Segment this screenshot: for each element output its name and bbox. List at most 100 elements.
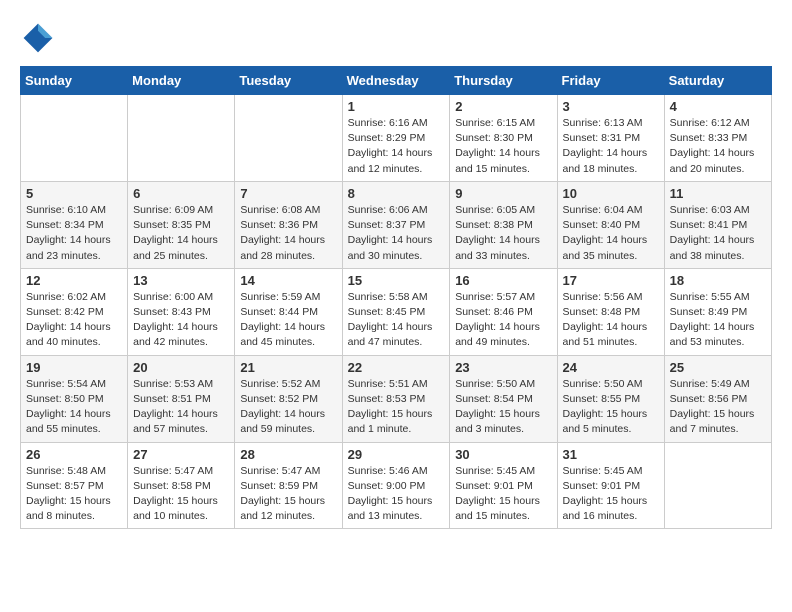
- day-number: 23: [455, 360, 551, 375]
- day-header-monday: Monday: [128, 67, 235, 95]
- day-info: Sunrise: 5:51 AMSunset: 8:53 PMDaylight:…: [348, 377, 445, 438]
- day-info: Sunrise: 5:47 AMSunset: 8:58 PMDaylight:…: [133, 464, 229, 525]
- day-info: Sunrise: 5:48 AMSunset: 8:57 PMDaylight:…: [26, 464, 122, 525]
- day-number: 8: [348, 186, 445, 201]
- day-info: Sunrise: 5:45 AMSunset: 9:01 PMDaylight:…: [563, 464, 659, 525]
- day-info: Sunrise: 5:50 AMSunset: 8:54 PMDaylight:…: [455, 377, 551, 438]
- calendar-cell: 14 Sunrise: 5:59 AMSunset: 8:44 PMDayligh…: [235, 268, 342, 355]
- calendar-header-row: SundayMondayTuesdayWednesdayThursdayFrid…: [21, 67, 772, 95]
- calendar-cell: 12 Sunrise: 6:02 AMSunset: 8:42 PMDayligh…: [21, 268, 128, 355]
- day-info: Sunrise: 5:56 AMSunset: 8:48 PMDaylight:…: [563, 290, 659, 351]
- day-info: Sunrise: 6:12 AMSunset: 8:33 PMDaylight:…: [670, 116, 766, 177]
- day-info: Sunrise: 5:45 AMSunset: 9:01 PMDaylight:…: [455, 464, 551, 525]
- day-number: 24: [563, 360, 659, 375]
- calendar-cell: [235, 95, 342, 182]
- day-number: 20: [133, 360, 229, 375]
- day-info: Sunrise: 6:09 AMSunset: 8:35 PMDaylight:…: [133, 203, 229, 264]
- day-info: Sunrise: 6:16 AMSunset: 8:29 PMDaylight:…: [348, 116, 445, 177]
- day-info: Sunrise: 6:05 AMSunset: 8:38 PMDaylight:…: [455, 203, 551, 264]
- day-number: 4: [670, 99, 766, 114]
- calendar-cell: 22 Sunrise: 5:51 AMSunset: 8:53 PMDayligh…: [342, 355, 450, 442]
- day-info: Sunrise: 5:47 AMSunset: 8:59 PMDaylight:…: [240, 464, 336, 525]
- day-number: 11: [670, 186, 766, 201]
- calendar-cell: 7 Sunrise: 6:08 AMSunset: 8:36 PMDaylight…: [235, 181, 342, 268]
- calendar-cell: 8 Sunrise: 6:06 AMSunset: 8:37 PMDaylight…: [342, 181, 450, 268]
- calendar-cell: [664, 442, 771, 529]
- calendar-cell: 1 Sunrise: 6:16 AMSunset: 8:29 PMDaylight…: [342, 95, 450, 182]
- day-number: 3: [563, 99, 659, 114]
- calendar-cell: 3 Sunrise: 6:13 AMSunset: 8:31 PMDaylight…: [557, 95, 664, 182]
- calendar-cell: 6 Sunrise: 6:09 AMSunset: 8:35 PMDaylight…: [128, 181, 235, 268]
- day-info: Sunrise: 5:59 AMSunset: 8:44 PMDaylight:…: [240, 290, 336, 351]
- calendar-cell: 16 Sunrise: 5:57 AMSunset: 8:46 PMDayligh…: [450, 268, 557, 355]
- page-header: [20, 20, 772, 56]
- day-info: Sunrise: 6:06 AMSunset: 8:37 PMDaylight:…: [348, 203, 445, 264]
- day-number: 12: [26, 273, 122, 288]
- calendar-cell: 27 Sunrise: 5:47 AMSunset: 8:58 PMDayligh…: [128, 442, 235, 529]
- day-info: Sunrise: 5:57 AMSunset: 8:46 PMDaylight:…: [455, 290, 551, 351]
- day-info: Sunrise: 6:02 AMSunset: 8:42 PMDaylight:…: [26, 290, 122, 351]
- day-number: 6: [133, 186, 229, 201]
- day-number: 5: [26, 186, 122, 201]
- day-info: Sunrise: 6:08 AMSunset: 8:36 PMDaylight:…: [240, 203, 336, 264]
- day-number: 2: [455, 99, 551, 114]
- day-number: 27: [133, 447, 229, 462]
- day-info: Sunrise: 6:04 AMSunset: 8:40 PMDaylight:…: [563, 203, 659, 264]
- calendar-week-1: 1 Sunrise: 6:16 AMSunset: 8:29 PMDaylight…: [21, 95, 772, 182]
- day-number: 14: [240, 273, 336, 288]
- day-number: 22: [348, 360, 445, 375]
- day-number: 15: [348, 273, 445, 288]
- day-info: Sunrise: 6:03 AMSunset: 8:41 PMDaylight:…: [670, 203, 766, 264]
- day-number: 10: [563, 186, 659, 201]
- calendar-cell: 29 Sunrise: 5:46 AMSunset: 9:00 PMDayligh…: [342, 442, 450, 529]
- calendar-cell: 15Sunrise: 5:58 AMSunset: 8:45 PMDayligh…: [342, 268, 450, 355]
- day-number: 21: [240, 360, 336, 375]
- calendar-cell: 30 Sunrise: 5:45 AMSunset: 9:01 PMDayligh…: [450, 442, 557, 529]
- day-info: Sunrise: 6:10 AMSunset: 8:34 PMDaylight:…: [26, 203, 122, 264]
- calendar-week-3: 12 Sunrise: 6:02 AMSunset: 8:42 PMDayligh…: [21, 268, 772, 355]
- day-number: 30: [455, 447, 551, 462]
- calendar-cell: 19 Sunrise: 5:54 AMSunset: 8:50 PMDayligh…: [21, 355, 128, 442]
- day-info: Sunrise: 6:00 AMSunset: 8:43 PMDaylight:…: [133, 290, 229, 351]
- calendar-cell: 25 Sunrise: 5:49 AMSunset: 8:56 PMDayligh…: [664, 355, 771, 442]
- day-number: 9: [455, 186, 551, 201]
- calendar-cell: 18 Sunrise: 5:55 AMSunset: 8:49 PMDayligh…: [664, 268, 771, 355]
- calendar-cell: [128, 95, 235, 182]
- day-number: 18: [670, 273, 766, 288]
- day-info: Sunrise: 6:15 AMSunset: 8:30 PMDaylight:…: [455, 116, 551, 177]
- calendar-cell: 20 Sunrise: 5:53 AMSunset: 8:51 PMDayligh…: [128, 355, 235, 442]
- calendar-cell: 21Sunrise: 5:52 AMSunset: 8:52 PMDayligh…: [235, 355, 342, 442]
- day-info: Sunrise: 5:46 AMSunset: 9:00 PMDaylight:…: [348, 464, 445, 525]
- day-info: Sunrise: 5:54 AMSunset: 8:50 PMDaylight:…: [26, 377, 122, 438]
- calendar-cell: 28Sunrise: 5:47 AMSunset: 8:59 PMDayligh…: [235, 442, 342, 529]
- day-info: Sunrise: 6:13 AMSunset: 8:31 PMDaylight:…: [563, 116, 659, 177]
- day-number: 25: [670, 360, 766, 375]
- logo-icon: [20, 20, 56, 56]
- day-number: 7: [240, 186, 336, 201]
- day-number: 29: [348, 447, 445, 462]
- calendar-cell: 13 Sunrise: 6:00 AMSunset: 8:43 PMDayligh…: [128, 268, 235, 355]
- calendar-cell: 4 Sunrise: 6:12 AMSunset: 8:33 PMDaylight…: [664, 95, 771, 182]
- calendar-week-4: 19 Sunrise: 5:54 AMSunset: 8:50 PMDayligh…: [21, 355, 772, 442]
- day-header-thursday: Thursday: [450, 67, 557, 95]
- day-number: 17: [563, 273, 659, 288]
- day-header-saturday: Saturday: [664, 67, 771, 95]
- day-number: 19: [26, 360, 122, 375]
- calendar-cell: 31Sunrise: 5:45 AMSunset: 9:01 PMDayligh…: [557, 442, 664, 529]
- calendar-cell: 11 Sunrise: 6:03 AMSunset: 8:41 PMDayligh…: [664, 181, 771, 268]
- day-header-friday: Friday: [557, 67, 664, 95]
- day-info: Sunrise: 5:50 AMSunset: 8:55 PMDaylight:…: [563, 377, 659, 438]
- calendar-cell: 24 Sunrise: 5:50 AMSunset: 8:55 PMDayligh…: [557, 355, 664, 442]
- day-number: 16: [455, 273, 551, 288]
- day-info: Sunrise: 5:49 AMSunset: 8:56 PMDaylight:…: [670, 377, 766, 438]
- day-number: 13: [133, 273, 229, 288]
- day-header-wednesday: Wednesday: [342, 67, 450, 95]
- day-info: Sunrise: 5:53 AMSunset: 8:51 PMDaylight:…: [133, 377, 229, 438]
- day-info: Sunrise: 5:55 AMSunset: 8:49 PMDaylight:…: [670, 290, 766, 351]
- day-header-sunday: Sunday: [21, 67, 128, 95]
- calendar-table: SundayMondayTuesdayWednesdayThursdayFrid…: [20, 66, 772, 529]
- calendar-week-2: 5 Sunrise: 6:10 AMSunset: 8:34 PMDaylight…: [21, 181, 772, 268]
- day-number: 26: [26, 447, 122, 462]
- calendar-cell: [21, 95, 128, 182]
- day-number: 1: [348, 99, 445, 114]
